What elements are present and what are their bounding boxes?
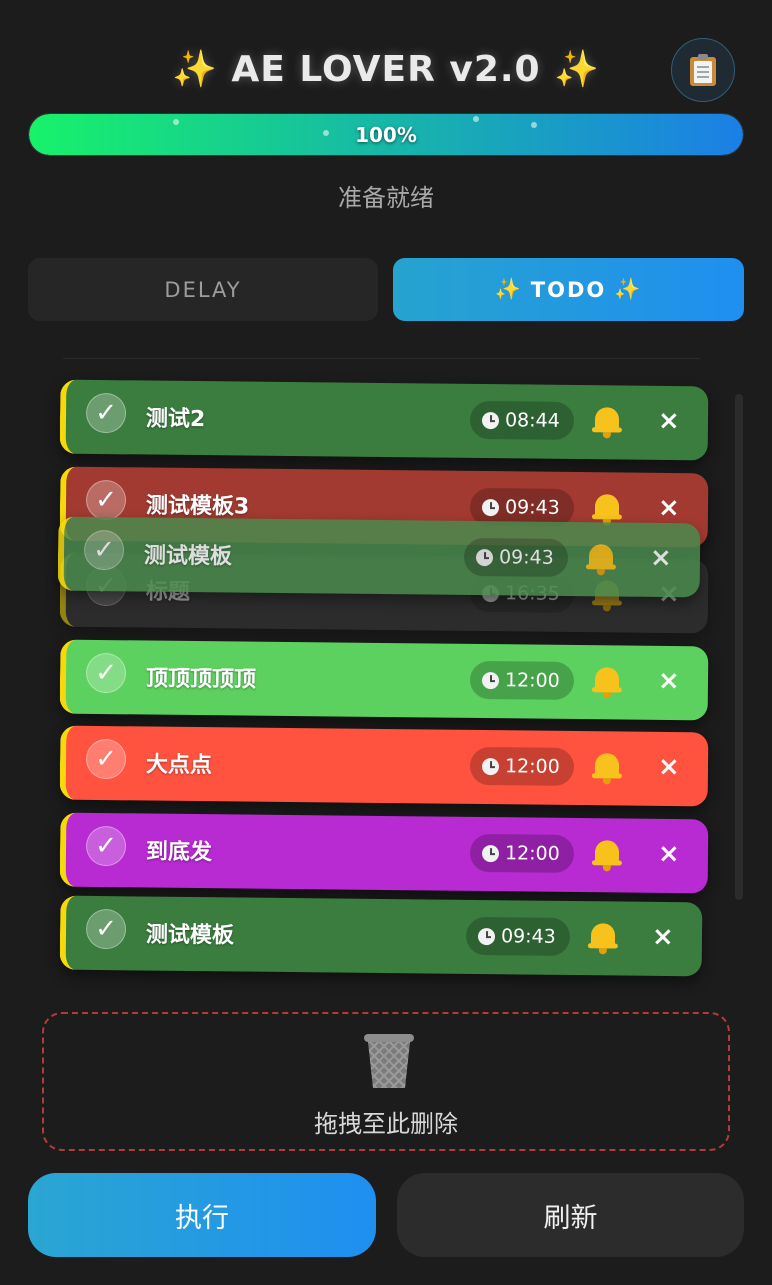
time-badge[interactable]: 12:00: [469, 833, 574, 873]
item-title: 测试模板3: [145, 493, 250, 520]
clock-icon: [481, 757, 500, 775]
close-icon[interactable]: ×: [658, 752, 680, 782]
check-button[interactable]: ✓: [85, 825, 127, 867]
bell-icon[interactable]: [585, 542, 616, 576]
refresh-button[interactable]: 刷新: [397, 1173, 744, 1257]
scrollbar[interactable]: [735, 394, 743, 900]
bell-icon[interactable]: [591, 405, 622, 439]
time-badge[interactable]: 12:00: [469, 660, 574, 700]
todo-list: ✓测试208:44×✓测试模板309:43×✓标题16:35×✓顶顶顶顶顶12:…: [0, 0, 772, 1000]
check-button[interactable]: ✓: [83, 529, 125, 571]
time-badge[interactable]: 08:44: [469, 400, 574, 440]
item-title: 测试模板: [143, 543, 233, 570]
time-value: 09:43: [504, 496, 560, 519]
close-icon[interactable]: ×: [658, 493, 680, 523]
clock-icon: [481, 844, 500, 862]
item-title: 大点点: [145, 752, 213, 779]
close-icon[interactable]: ×: [652, 922, 674, 952]
clock-icon: [481, 671, 500, 689]
bell-icon[interactable]: [591, 838, 622, 872]
time-value: 12:00: [504, 755, 560, 778]
item-title: 测试模板: [145, 922, 235, 949]
close-icon[interactable]: ×: [658, 406, 680, 436]
item-title: 到底发: [145, 839, 213, 866]
execute-button-label: 执行: [175, 1202, 229, 1234]
delete-dropzone[interactable]: 拖拽至此删除: [42, 1012, 730, 1151]
check-button[interactable]: ✓: [85, 908, 127, 950]
todo-item[interactable]: ✓ 顶顶顶顶顶 12:00 ×: [59, 639, 709, 721]
clock-icon: [481, 498, 500, 516]
time-value: 08:44: [504, 409, 560, 432]
bell-icon[interactable]: [591, 665, 622, 699]
time-value: 12:00: [504, 669, 560, 692]
app-root: ✨ AE LOVER v2.0 ✨ 100% 准备就绪 DELAY ✨ TODO…: [0, 0, 772, 1285]
execute-button[interactable]: 执行: [28, 1173, 376, 1257]
refresh-button-label: 刷新: [543, 1202, 598, 1234]
check-button[interactable]: ✓: [85, 652, 127, 694]
time-value: 09:43: [500, 925, 556, 948]
time-badge[interactable]: 12:00: [469, 746, 574, 786]
time-value: 12:00: [504, 842, 560, 865]
time-value: 09:43: [498, 546, 554, 569]
todo-item[interactable]: ✓ 到底发 12:00 ×: [59, 812, 709, 894]
check-button[interactable]: ✓: [85, 392, 127, 434]
clock-icon: [481, 411, 500, 429]
check-button[interactable]: ✓: [85, 479, 127, 521]
close-icon[interactable]: ×: [658, 666, 680, 696]
trash-icon: [364, 1034, 414, 1090]
clock-icon: [475, 548, 494, 566]
todo-item[interactable]: ✓ 测试2 08:44 ×: [59, 379, 709, 461]
check-button[interactable]: ✓: [85, 738, 127, 780]
bell-icon[interactable]: [591, 751, 622, 785]
todo-item[interactable]: ✓ 测试模板 09:43 ×: [59, 895, 703, 977]
time-badge[interactable]: 09:43: [465, 916, 570, 956]
todo-item[interactable]: ✓ 大点点 12:00 ×: [59, 725, 709, 807]
item-title: 顶顶顶顶顶: [145, 666, 257, 693]
dragging-todo-item[interactable]: ✓ 测试模板 09:43 ×: [57, 516, 701, 598]
delete-dropzone-label: 拖拽至此删除: [314, 1110, 458, 1138]
time-badge[interactable]: 09:43: [463, 537, 568, 577]
close-icon[interactable]: ×: [650, 543, 672, 573]
bell-icon[interactable]: [587, 921, 618, 955]
clock-icon: [477, 927, 496, 945]
item-title: 测试2: [145, 406, 206, 433]
close-icon[interactable]: ×: [658, 839, 680, 869]
